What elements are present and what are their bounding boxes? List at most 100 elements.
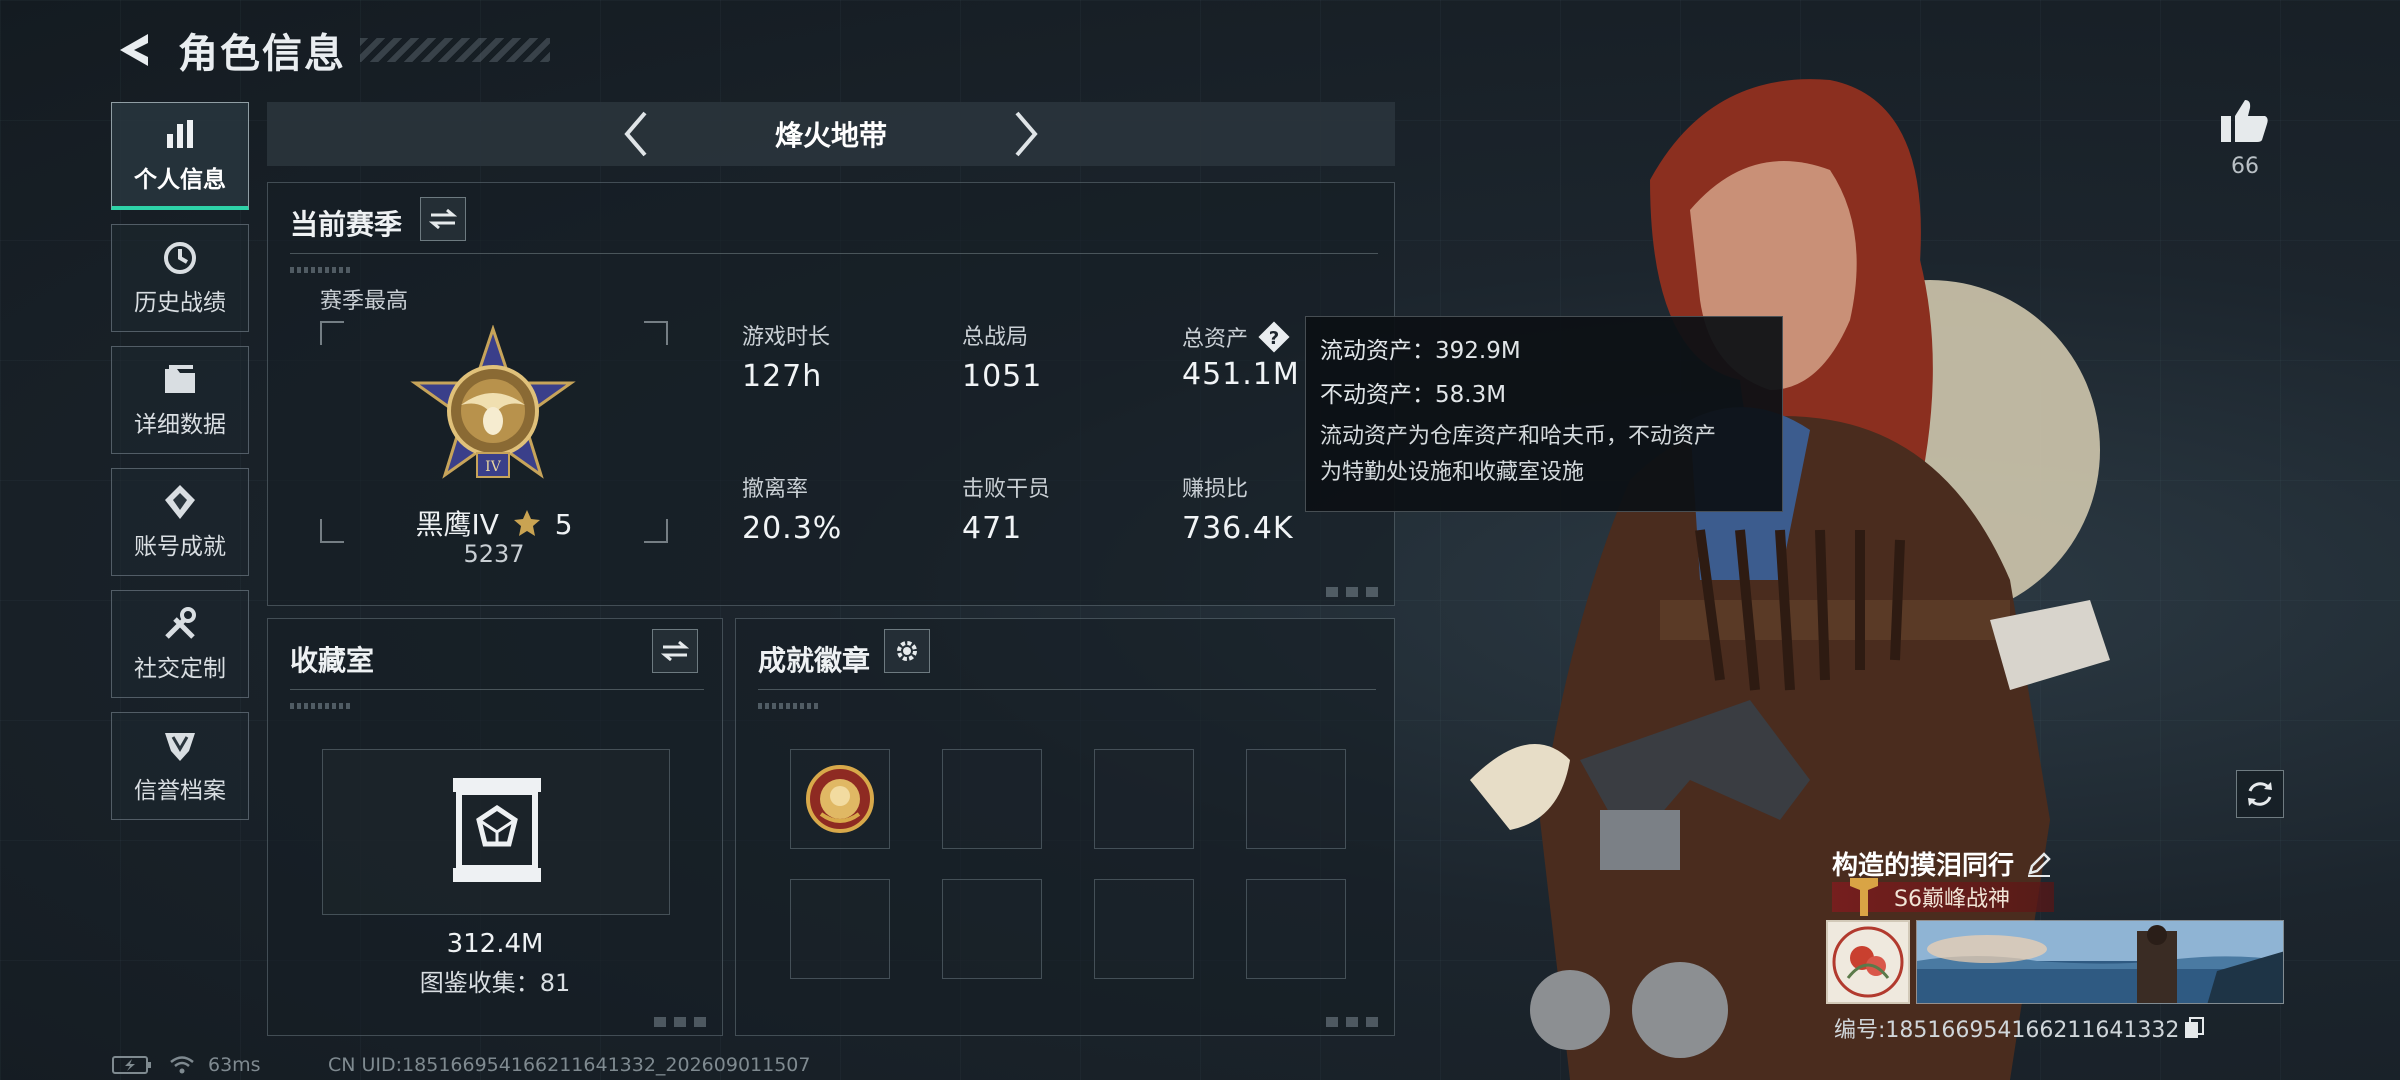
chevron-right-icon [1015,111,1038,157]
stat-value: 451.1M [1182,357,1300,392]
vault-value: 312.4M [446,929,544,959]
stat-label: 游戏时长 [742,325,831,350]
rank-name-line: 黑鹰IV 5 [320,503,668,543]
star-icon [513,510,540,536]
vault-panel-title: 收藏室 [290,644,375,677]
stat-extract-rate: 撤离率 20.3% [742,471,842,546]
panel-divider [290,253,1378,254]
stat-value: 736.4K [1182,511,1294,546]
back-button[interactable] [110,27,156,73]
stat-total-assets: 总资产 ? 451.1M [1182,319,1300,392]
battery-charging-icon [112,1056,151,1074]
page-title: 角色信息 [178,31,346,77]
season-best-label: 赛季最高 [320,289,409,314]
decor-lines [290,703,350,709]
decor-lines [758,703,818,709]
stat-label: 赚损比 [1182,477,1249,502]
sidebar-item-credit[interactable]: 信誉档案 [111,712,249,820]
achievement-slot[interactable] [942,879,1042,979]
rank-score: 5237 [463,540,525,568]
tooltip-description-line: 为特勤处设施和收藏室设施 [1320,460,1585,485]
tooltip-description: 流动资产为仓库资产和哈夫币，不动资产 为特勤处设施和收藏室设施 [1320,419,1768,491]
rotate-view-button[interactable] [2236,770,2284,818]
stat-label: 击败干员 [962,477,1051,502]
stat-label: 撤离率 [742,477,809,502]
svg-text:?: ? [1269,328,1279,349]
rank-title-banner: S6巅峰战神 [1832,878,2054,916]
panel-divider [290,689,704,690]
help-button[interactable]: ? [1256,319,1292,355]
avatar-image [1832,926,1904,998]
display-case-icon [453,778,541,882]
sidebar-item-label: 个人信息 [134,166,226,193]
sidebar-item-personal-info[interactable]: 个人信息 [111,102,249,210]
vault-collection-count: 图鉴收集：81 [419,969,571,997]
help-icon: ? [1258,321,1290,353]
achievement-slot[interactable] [1246,749,1346,849]
swap-icon [661,640,689,662]
rank-insignia-icon [1850,878,1878,916]
edit-icon[interactable] [2026,851,2052,877]
achievement-slot[interactable] [790,749,890,849]
sidebar-item-history[interactable]: 历史战绩 [111,224,249,332]
player-id-row: 编号:185166954166211641332 [1834,1012,2205,1044]
rank-title: S6巅峰战神 [1894,887,2010,912]
like-block: 66 [2210,96,2280,179]
history-clock-icon [164,242,196,274]
copy-icon[interactable] [2183,1016,2205,1040]
wifi-icon [170,1056,194,1074]
vault-switch-button[interactable] [652,629,698,673]
corner-decoration [1326,587,1382,597]
achievement-slot[interactable] [942,749,1042,849]
bar-chart-icon [167,119,193,148]
sidebar: 个人信息 历史战绩 详细数据 账号成就 社交定制 信誉档案 [111,102,249,834]
title-decoration [360,38,550,62]
tooltip-description-line: 流动资产为仓库资产和哈夫币，不动资产 [1320,424,1717,449]
achievement-slot[interactable] [1094,749,1194,849]
stat-label: 总战局 [962,325,1029,350]
stat-profit-ratio: 赚损比 736.4K [1182,471,1294,546]
corner-decoration [654,1017,710,1027]
mode-switcher: 烽火地带 [267,102,1395,166]
thumbs-up-icon[interactable] [2219,96,2271,144]
medal-icon [165,485,195,519]
player-avatar[interactable] [1826,920,1910,1004]
vault-preview[interactable] [322,749,670,915]
chevron-left-icon [624,111,647,157]
sidebar-item-label: 详细数据 [134,412,226,438]
achievement-slot[interactable] [790,879,890,979]
sidebar-item-social-custom[interactable]: 社交定制 [111,590,249,698]
achievement-slot[interactable] [1094,879,1194,979]
decor-lines [290,267,350,273]
stat-label-row: 总资产 ? [1182,319,1300,355]
tooltip-liquid-assets: 流动资产：392.9M [1320,338,1521,364]
sidebar-item-label: 信誉档案 [134,778,226,804]
ping-value: 63ms [208,1054,261,1076]
corner-decoration [1326,1017,1382,1027]
stat-value: 471 [962,511,1023,546]
season-panel-title: 当前赛季 [290,208,403,241]
achievement-panel-title: 成就徽章 [758,644,871,677]
sidebar-item-label: 历史战绩 [134,290,226,316]
player-id: 编号:185166954166211641332 [1834,1018,2180,1043]
stat-label: 总资产 [1182,327,1249,352]
season-switch-button[interactable] [420,197,466,241]
stat-value: 127h [742,359,823,394]
stat-total-matches: 总战局 1051 [962,319,1042,394]
mode-prev-button[interactable] [606,104,666,164]
tooltip-fixed-assets: 不动资产：58.3M [1320,382,1507,408]
achievement-settings-button[interactable] [884,629,930,673]
refresh-icon [2248,782,2272,806]
player-card-banner[interactable] [1916,920,2284,1004]
mode-title: 烽火地带 [774,119,887,152]
stat-value: 1051 [962,359,1043,394]
stat-value: 20.3% [742,511,843,546]
stat-operators-defeated: 击败干员 471 [962,471,1050,546]
gear-icon [897,641,917,661]
sidebar-item-label: 账号成就 [134,534,226,560]
sidebar-item-detailed-data[interactable]: 详细数据 [111,346,249,454]
back-arrow-icon [120,34,148,66]
sidebar-item-achievements[interactable]: 账号成就 [111,468,249,576]
achievement-slot[interactable] [1246,879,1346,979]
mode-next-button[interactable] [996,104,1056,164]
